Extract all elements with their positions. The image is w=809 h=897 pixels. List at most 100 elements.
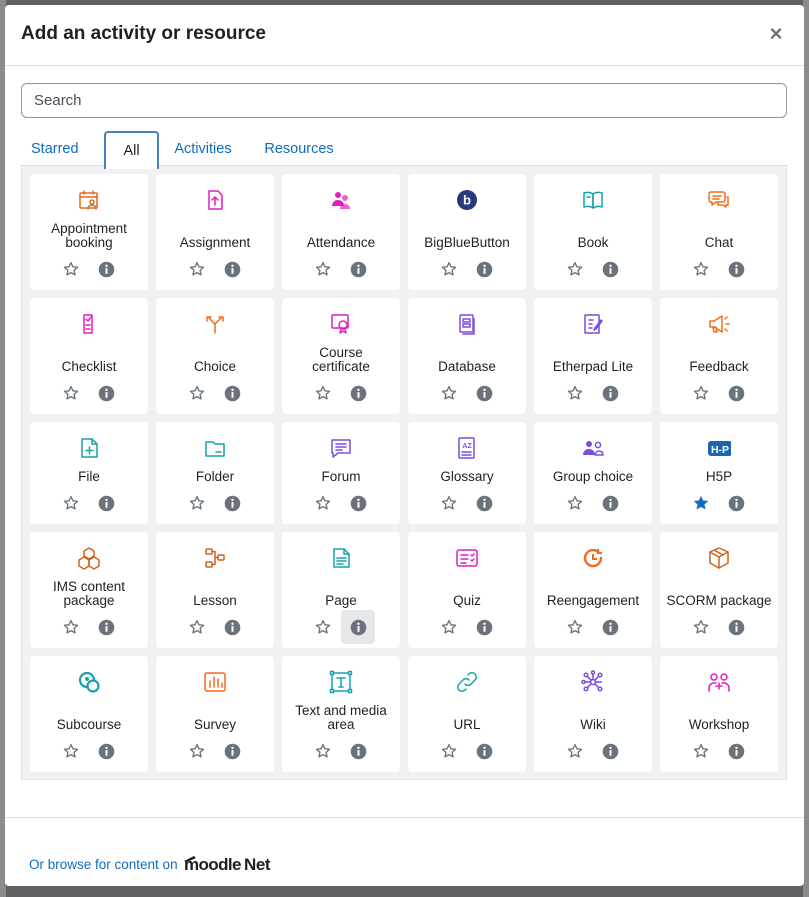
star-icon[interactable]	[558, 486, 592, 520]
activity-card-quiz[interactable]: Quiz	[408, 532, 526, 648]
info-icon[interactable]	[593, 734, 627, 768]
activity-card-folder[interactable]: Folder	[156, 422, 274, 524]
star-icon[interactable]	[180, 610, 214, 644]
star-icon[interactable]	[684, 610, 718, 644]
activity-card-etherpad-lite[interactable]: Etherpad Lite	[534, 298, 652, 414]
browse-moodlenet-link[interactable]: Or browse for content on moodle Net	[29, 852, 278, 877]
star-icon[interactable]	[54, 486, 88, 520]
activity-card-assignment[interactable]: Assignment	[156, 174, 274, 290]
info-icon[interactable]	[89, 252, 123, 286]
info-icon[interactable]	[467, 252, 501, 286]
info-icon[interactable]	[215, 610, 249, 644]
star-icon[interactable]	[558, 252, 592, 286]
info-icon[interactable]	[215, 734, 249, 768]
info-icon[interactable]	[719, 734, 753, 768]
tab-starred[interactable]: Starred	[31, 131, 79, 168]
star-icon[interactable]	[180, 734, 214, 768]
star-icon[interactable]	[306, 486, 340, 520]
info-icon[interactable]	[341, 486, 375, 520]
info-icon[interactable]	[341, 610, 375, 644]
activity-card-checklist[interactable]: Checklist	[30, 298, 148, 414]
info-icon[interactable]	[89, 734, 123, 768]
star-icon[interactable]	[180, 376, 214, 410]
info-icon[interactable]	[467, 376, 501, 410]
info-icon[interactable]	[215, 252, 249, 286]
activity-card-h5p[interactable]: H-P H5P	[660, 422, 778, 524]
tab-resources[interactable]: Resources	[259, 131, 339, 168]
activity-card-lesson[interactable]: Lesson	[156, 532, 274, 648]
info-icon[interactable]	[215, 486, 249, 520]
star-icon[interactable]	[558, 376, 592, 410]
info-icon[interactable]	[467, 486, 501, 520]
info-icon[interactable]	[341, 252, 375, 286]
info-icon[interactable]	[719, 486, 753, 520]
star-filled-icon[interactable]	[684, 486, 718, 520]
activity-label: Forum	[286, 470, 396, 484]
info-icon[interactable]	[89, 376, 123, 410]
star-icon[interactable]	[180, 252, 214, 286]
activity-card-ims-content-package[interactable]: IMS content package	[30, 532, 148, 648]
info-icon[interactable]	[341, 376, 375, 410]
star-icon[interactable]	[432, 610, 466, 644]
activity-card-survey[interactable]: Survey	[156, 656, 274, 772]
star-icon[interactable]	[306, 610, 340, 644]
activity-card-subcourse[interactable]: Subcourse	[30, 656, 148, 772]
activity-card-appointment-booking[interactable]: Appointment booking	[30, 174, 148, 290]
activity-card-course-certificate[interactable]: Course certificate	[282, 298, 400, 414]
modal-footer: Or browse for content on moodle Net	[5, 817, 804, 886]
info-icon[interactable]	[341, 734, 375, 768]
activity-card-forum[interactable]: Forum	[282, 422, 400, 524]
search-input[interactable]	[21, 83, 787, 118]
star-icon[interactable]	[54, 610, 88, 644]
info-icon[interactable]	[467, 610, 501, 644]
activity-card-database[interactable]: Database	[408, 298, 526, 414]
activity-card-book[interactable]: Book	[534, 174, 652, 290]
activity-card-glossary[interactable]: AZ Glossary	[408, 422, 526, 524]
star-icon[interactable]	[432, 376, 466, 410]
star-icon[interactable]	[306, 734, 340, 768]
star-icon[interactable]	[558, 610, 592, 644]
activity-card-attendance[interactable]: Attendance	[282, 174, 400, 290]
star-icon[interactable]	[684, 376, 718, 410]
star-icon[interactable]	[432, 734, 466, 768]
activity-card-scorm-package[interactable]: SCORM package	[660, 532, 778, 648]
activity-card-chat[interactable]: Chat	[660, 174, 778, 290]
activity-card-choice[interactable]: Choice	[156, 298, 274, 414]
info-icon[interactable]	[593, 252, 627, 286]
info-icon[interactable]	[593, 376, 627, 410]
info-icon[interactable]	[215, 376, 249, 410]
activity-card-page[interactable]: Page	[282, 532, 400, 648]
tab-all[interactable]: All	[104, 131, 159, 169]
activity-card-group-choice[interactable]: Group choice	[534, 422, 652, 524]
info-icon[interactable]	[719, 376, 753, 410]
activity-card-file[interactable]: File	[30, 422, 148, 524]
star-icon[interactable]	[54, 252, 88, 286]
activity-card-text-and-media-area[interactable]: Text and media area	[282, 656, 400, 772]
info-icon[interactable]	[719, 610, 753, 644]
star-icon[interactable]	[306, 376, 340, 410]
star-icon[interactable]	[306, 252, 340, 286]
star-icon[interactable]	[54, 376, 88, 410]
star-icon[interactable]	[432, 486, 466, 520]
activity-card-bigbluebutton[interactable]: b BigBlueButton	[408, 174, 526, 290]
info-icon[interactable]	[593, 486, 627, 520]
activity-card-url[interactable]: URL	[408, 656, 526, 772]
star-icon[interactable]	[180, 486, 214, 520]
star-icon[interactable]	[54, 734, 88, 768]
activity-card-feedback[interactable]: Feedback	[660, 298, 778, 414]
star-icon[interactable]	[432, 252, 466, 286]
tab-activities[interactable]: Activities	[169, 131, 237, 168]
activity-label: Quiz	[412, 594, 522, 608]
info-icon[interactable]	[719, 252, 753, 286]
star-icon[interactable]	[684, 252, 718, 286]
info-icon[interactable]	[467, 734, 501, 768]
activity-card-wiki[interactable]: Wiki	[534, 656, 652, 772]
info-icon[interactable]	[89, 486, 123, 520]
info-icon[interactable]	[89, 610, 123, 644]
activity-card-reengagement[interactable]: Reengagement	[534, 532, 652, 648]
close-button[interactable]: ×	[766, 22, 786, 46]
info-icon[interactable]	[593, 610, 627, 644]
activity-card-workshop[interactable]: Workshop	[660, 656, 778, 772]
star-icon[interactable]	[684, 734, 718, 768]
star-icon[interactable]	[558, 734, 592, 768]
